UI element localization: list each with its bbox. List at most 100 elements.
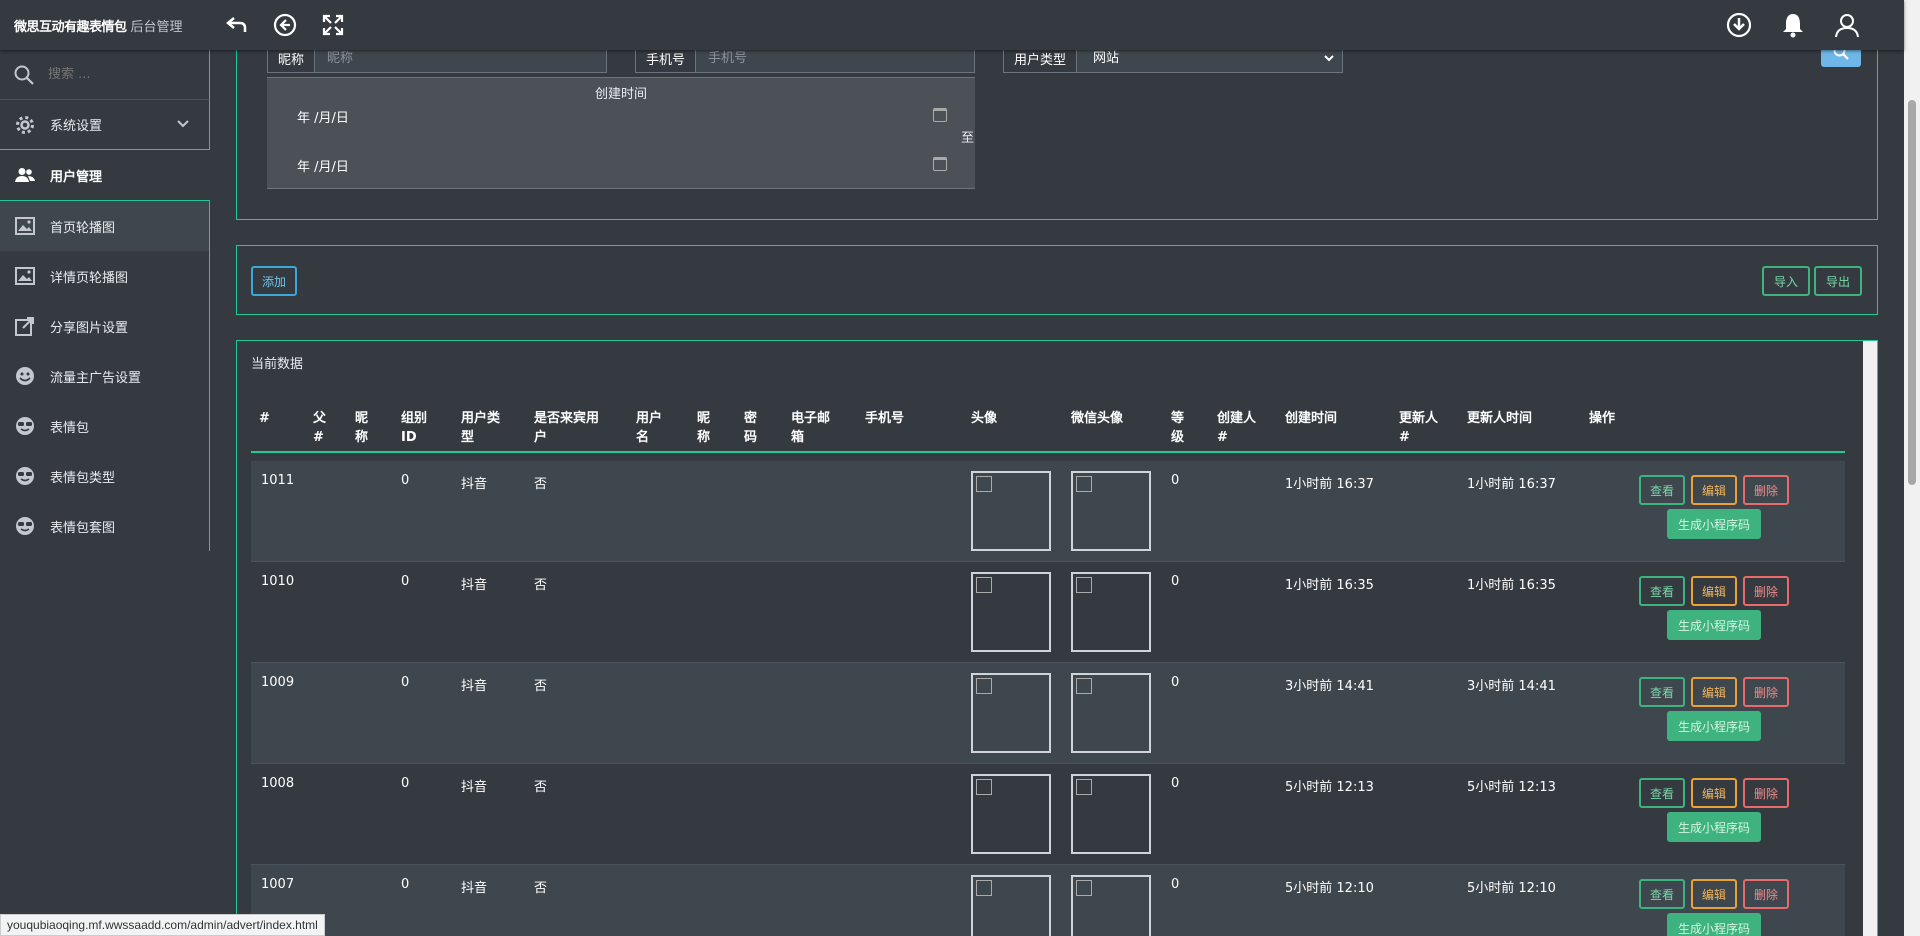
delete-button[interactable]: 删除 <box>1743 576 1789 606</box>
status-url: youqubiaoqing.mf.wwssaadd.com/admin/adve… <box>0 914 325 936</box>
edit-button[interactable]: 编辑 <box>1691 576 1737 606</box>
cell-guest: 否 <box>534 679 548 694</box>
brand-name: 微思互动有趣表情包 <box>14 19 127 35</box>
wechat-avatar-image <box>1071 673 1151 753</box>
image-icon <box>14 265 36 287</box>
sidebar: 系统设置 用户管理 首页轮播图 详情页轮播图 分享图片设置 流量主广告设置 表情… <box>0 50 210 936</box>
view-button[interactable]: 查看 <box>1639 475 1685 505</box>
edit-button[interactable]: 编辑 <box>1691 677 1737 707</box>
sidebar-item-share-image[interactable]: 分享图片设置 <box>0 301 209 351</box>
filter-card: 昵称 手机号 用户类型 网站 创建时间 年 /月/日 年 /月/日 至 <box>236 37 1878 220</box>
generate-qrcode-button[interactable]: 生成小程序码 <box>1667 610 1761 640</box>
edit-button[interactable]: 编辑 <box>1691 879 1737 909</box>
generate-qrcode-button[interactable]: 生成小程序码 <box>1667 711 1761 741</box>
sidebar-item-ad-settings[interactable]: 流量主广告设置 <box>0 351 209 401</box>
page-scrollbar[interactable] <box>1904 0 1920 936</box>
sidebar-item-label: 表情包套图 <box>50 520 116 536</box>
cell-guest: 否 <box>534 578 548 593</box>
fullscreen-icon[interactable] <box>320 12 346 38</box>
sidebar-item-user-management[interactable]: 用户管理 <box>0 150 210 200</box>
wechat-avatar-image <box>1071 774 1151 854</box>
sidebar-item-detail-carousel[interactable]: 详情页轮播图 <box>0 251 209 301</box>
cell-group-id: 0 <box>401 574 410 589</box>
sidebar-item-home-carousel[interactable]: 首页轮播图 <box>0 201 209 251</box>
cell-group-id: 0 <box>401 776 410 791</box>
start-date-value: 年 /月/日 <box>297 110 349 126</box>
end-date-input[interactable]: 年 /月/日 <box>267 147 975 183</box>
sunglasses-face-icon <box>14 415 36 437</box>
avatar-image <box>971 471 1051 551</box>
table-title: 当前数据 <box>251 357 304 372</box>
users-icon <box>14 164 36 186</box>
view-button[interactable]: 查看 <box>1639 778 1685 808</box>
scrollbar-thumb[interactable] <box>1908 100 1916 485</box>
cell-created-time: 1小时前 16:37 <box>1285 477 1374 492</box>
sidebar-search-input[interactable] <box>48 67 188 82</box>
user-profile-icon[interactable] <box>1834 12 1860 38</box>
cell-user-type: 抖音 <box>461 881 488 896</box>
calendar-icon[interactable] <box>933 108 947 122</box>
cell-level: 0 <box>1171 473 1180 488</box>
search-icon <box>14 65 34 85</box>
avatar-image <box>971 572 1051 652</box>
cell-updated-time: 1小时前 16:35 <box>1467 578 1556 593</box>
table-row: 1011 0 抖音 否 0 1小时前 16:37 1小时前 16:37 查看 编… <box>251 461 1845 562</box>
delete-button[interactable]: 删除 <box>1743 879 1789 909</box>
sidebar-item-label: 用户管理 <box>50 169 103 185</box>
col-parent: 父 # <box>313 411 327 445</box>
import-button[interactable]: 导入 <box>1762 266 1810 296</box>
cell-id: 1009 <box>261 675 295 690</box>
sidebar-item-system-settings[interactable]: 系统设置 <box>0 100 210 150</box>
delete-button[interactable]: 删除 <box>1743 778 1789 808</box>
add-button[interactable]: 添加 <box>251 266 297 296</box>
avatar-image <box>971 774 1051 854</box>
image-icon <box>14 215 36 237</box>
sidebar-search <box>0 50 210 100</box>
table-row: 1008 0 抖音 否 0 5小时前 12:13 5小时前 12:13 查看 编… <box>251 764 1845 865</box>
brand[interactable]: 微思互动有趣表情包 后台管理 <box>0 16 210 35</box>
cell-user-type: 抖音 <box>461 679 488 694</box>
view-button[interactable]: 查看 <box>1639 576 1685 606</box>
cell-created-time: 5小时前 12:13 <box>1285 780 1374 795</box>
download-icon[interactable] <box>1726 12 1752 38</box>
col-id: # <box>259 411 270 426</box>
cell-updated-time: 3小时前 14:41 <box>1467 679 1556 694</box>
back-arrow-icon[interactable] <box>224 12 250 38</box>
sidebar-item-label: 流量主广告设置 <box>50 370 142 386</box>
sidebar-item-label: 系统设置 <box>50 119 103 134</box>
generate-qrcode-button[interactable]: 生成小程序码 <box>1667 913 1761 936</box>
col-phone: 手机号 <box>865 411 905 426</box>
cell-group-id: 0 <box>401 675 410 690</box>
sidebar-item-emoji-set[interactable]: 表情包套图 <box>0 501 209 551</box>
edit-button[interactable]: 编辑 <box>1691 475 1737 505</box>
sidebar-item-emoji[interactable]: 表情包 <box>0 401 209 451</box>
cell-created-time: 1小时前 16:35 <box>1285 578 1374 593</box>
toolbar-card: 添加 导入 导出 <box>236 245 1878 315</box>
generate-qrcode-button[interactable]: 生成小程序码 <box>1667 509 1761 539</box>
cell-user-type: 抖音 <box>461 477 488 492</box>
table-row: 1010 0 抖音 否 0 1小时前 16:35 1小时前 16:35 查看 编… <box>251 562 1845 663</box>
calendar-icon[interactable] <box>933 157 947 171</box>
sidebar-item-label: 首页轮播图 <box>50 220 116 236</box>
start-date-input[interactable]: 年 /月/日 <box>267 98 975 134</box>
col-avatar: 头像 <box>971 411 998 426</box>
col-nickname: 昵 称 <box>355 411 369 445</box>
cell-group-id: 0 <box>401 473 410 488</box>
edit-button[interactable]: 编辑 <box>1691 778 1737 808</box>
generate-qrcode-button[interactable]: 生成小程序码 <box>1667 812 1761 842</box>
sidebar-item-label: 分享图片设置 <box>50 320 129 336</box>
bell-icon[interactable] <box>1780 12 1806 38</box>
sidebar-item-emoji-type[interactable]: 表情包类型 <box>0 451 209 501</box>
delete-button[interactable]: 删除 <box>1743 475 1789 505</box>
cell-id: 1010 <box>261 574 295 589</box>
circle-left-icon[interactable] <box>272 12 298 38</box>
view-button[interactable]: 查看 <box>1639 677 1685 707</box>
cell-created-time: 3小时前 14:41 <box>1285 679 1374 694</box>
col-username: 用户 名 <box>636 411 663 445</box>
col-wechat-avatar: 微信头像 <box>1071 411 1124 426</box>
table-scrollbar[interactable] <box>1863 341 1877 936</box>
delete-button[interactable]: 删除 <box>1743 677 1789 707</box>
view-button[interactable]: 查看 <box>1639 879 1685 909</box>
export-button[interactable]: 导出 <box>1814 266 1862 296</box>
sidebar-item-label: 详情页轮播图 <box>50 270 129 286</box>
